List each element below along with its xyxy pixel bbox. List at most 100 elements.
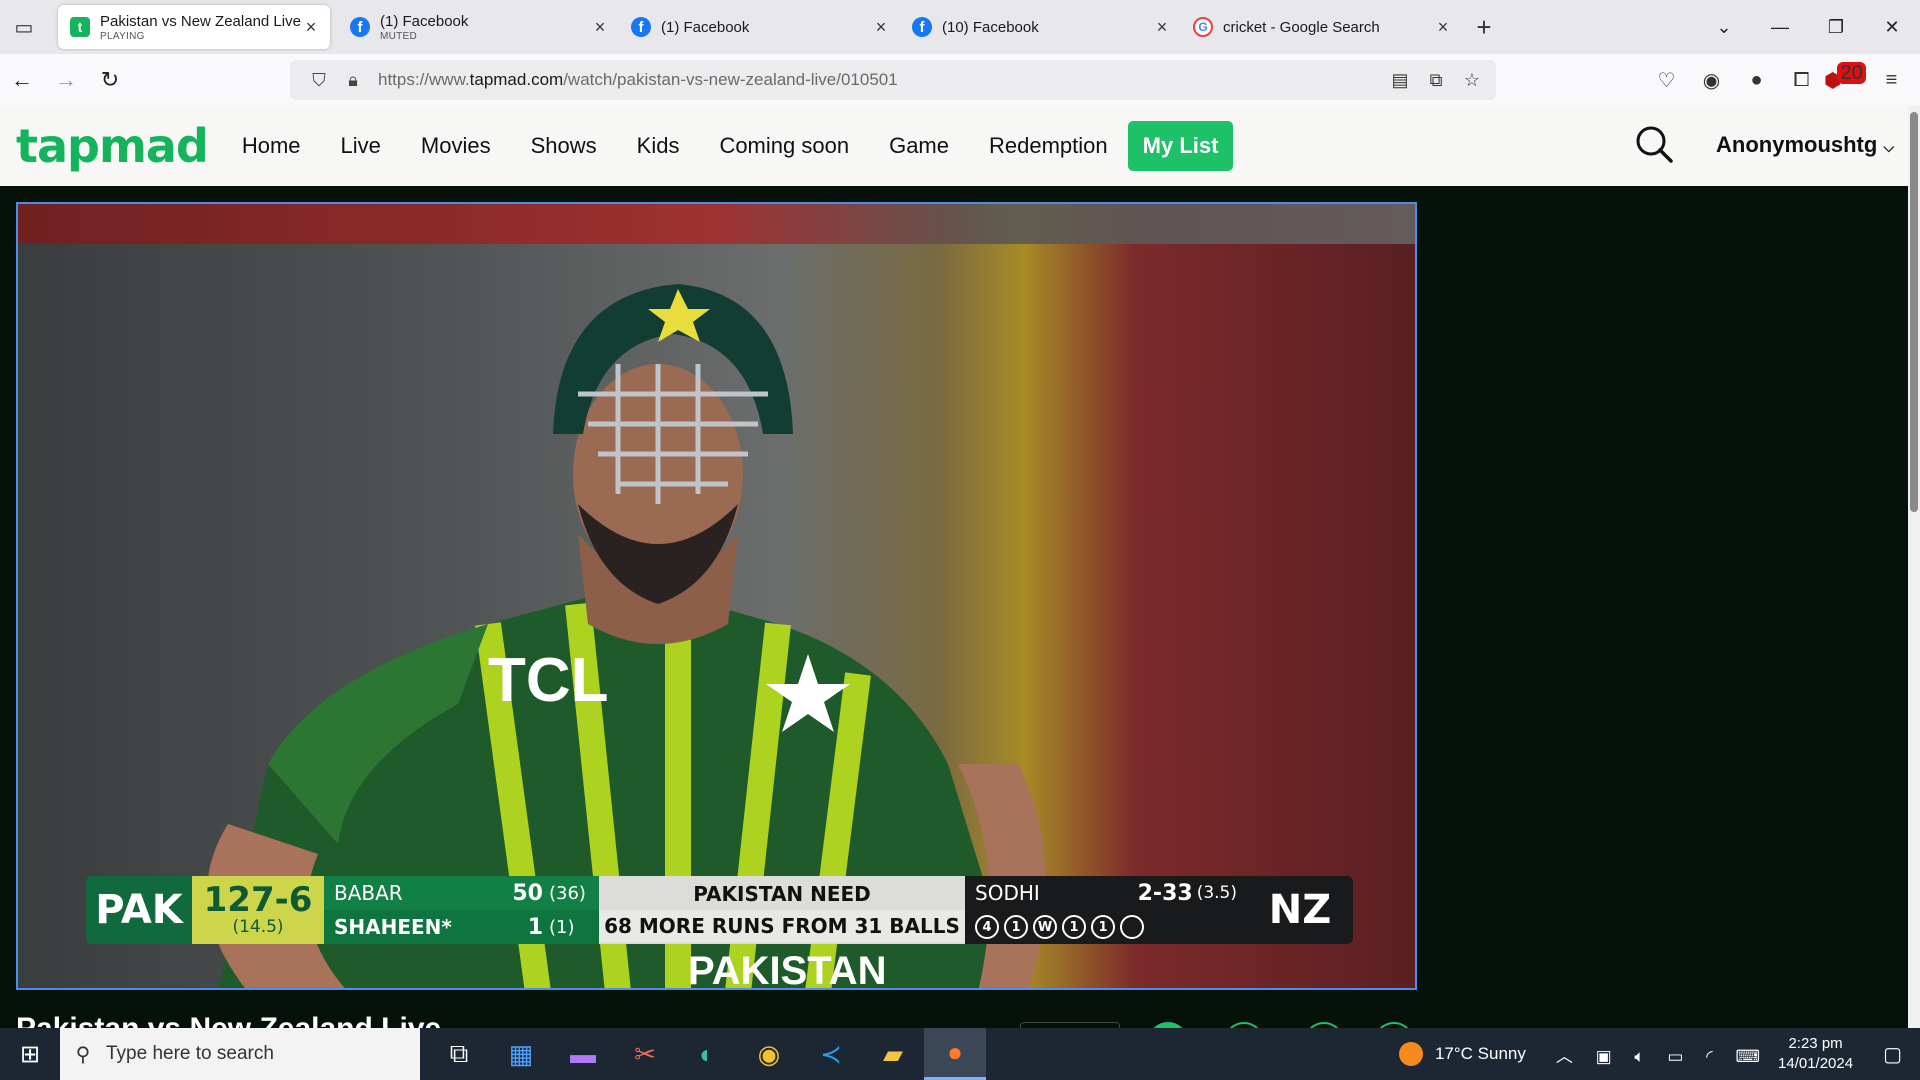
menu-redemption[interactable]: Redemption [989, 133, 1108, 159]
vscode-icon[interactable]: ≺ [800, 1028, 862, 1080]
menu-home[interactable]: Home [242, 133, 301, 159]
search-icon[interactable] [1634, 124, 1674, 164]
overs: (14.5) [232, 917, 284, 937]
browser-nav-bar: ← → ↻ ⛉ 🔒︎ https://www.tapmad.com/watch/… [0, 54, 1920, 106]
store-icon[interactable]: ▦ [490, 1028, 552, 1080]
clipchamp-icon[interactable]: ▬ [552, 1028, 614, 1080]
bookmark-star-icon[interactable]: ☆ [1454, 70, 1490, 91]
minimize-icon[interactable]: — [1752, 17, 1808, 38]
close-tab-icon[interactable]: × [591, 17, 609, 38]
notifications-icon[interactable]: ▢ [1883, 1042, 1902, 1067]
tab-facebook-2[interactable]: f (1) Facebook × [619, 5, 900, 49]
search-icon: ⚲ [75, 1043, 91, 1066]
firefox-view-icon[interactable]: ▭ [0, 0, 48, 54]
clock[interactable]: 2:23 pm 14/01/2024 [1778, 1034, 1853, 1074]
close-tab-icon[interactable]: × [302, 17, 320, 38]
ball-result: 1 [1091, 915, 1115, 939]
edge-icon[interactable]: ◐ [676, 1028, 738, 1080]
keyboard-icon[interactable]: ⌨ [1735, 1047, 1760, 1066]
tab-list-icon[interactable]: ⌄ [1696, 17, 1752, 38]
taskbar-apps: ⧉ ▦ ▬ ✂ ◐ ◉ ≺ ▰ ● [428, 1028, 986, 1080]
account-icon[interactable]: ◉ [1689, 68, 1734, 93]
back-icon[interactable]: ← [0, 67, 44, 93]
tab-title: cricket - Google Search [1223, 18, 1380, 36]
tab-title: Pakistan vs New Zealand Live Li [100, 12, 302, 30]
extension-colors-icon[interactable]: ● [1734, 69, 1779, 92]
menu-live[interactable]: Live [341, 133, 381, 159]
video-player[interactable]: TCL PAKISTAN [16, 202, 1417, 990]
user-menu[interactable]: Anonymoushtg ⌵ [1716, 132, 1894, 158]
lock-icon[interactable]: 🔒︎ [336, 70, 370, 91]
weather-text: 17°C Sunny [1434, 1044, 1526, 1063]
menu-kids[interactable]: Kids [637, 133, 680, 159]
bowling-team: NZ [1247, 876, 1353, 944]
sun-icon [1398, 1042, 1423, 1066]
ball-result: 1 [1062, 915, 1086, 939]
firefox-icon[interactable]: ● [924, 1028, 986, 1080]
batting-team: PAK [86, 876, 192, 944]
reload-icon[interactable]: ↻ [88, 67, 132, 93]
menu-icon[interactable]: ≡ [1869, 69, 1914, 92]
chevron-down-icon: ⌵ [1883, 139, 1895, 155]
new-tab-icon[interactable]: + [1466, 12, 1502, 43]
site-header: tapmad Home Live Movies Shows Kids Comin… [0, 106, 1920, 186]
tab-facebook-1[interactable]: f (1) Facebook MUTED × [338, 5, 619, 49]
my-list-button[interactable]: My List [1127, 121, 1234, 171]
main-menu: Home Live Movies Shows Kids Coming soon … [242, 133, 1148, 159]
battery-icon[interactable]: ▭ [1667, 1047, 1683, 1066]
target-line-1: PAKISTAN NEED [693, 882, 871, 906]
page-content: TCL PAKISTAN PAK 127-6 (14.5) BABAR 50 (… [0, 186, 1908, 1028]
clock-date: 14/01/2024 [1778, 1055, 1854, 1072]
taskbar-search[interactable]: ⚲ Type here to search [60, 1028, 420, 1080]
target-line-2: 68 MORE RUNS FROM 31 BALLS [599, 910, 965, 942]
google-favicon-icon: G [1193, 17, 1213, 37]
windows-start-icon[interactable]: ⊞ [0, 1040, 60, 1069]
chevron-up-icon[interactable]: ︿ [1556, 1047, 1573, 1066]
forward-icon[interactable]: → [44, 67, 88, 93]
windows-taskbar: ⊞ ⚲ Type here to search ⧉ ▦ ▬ ✂ ◐ ◉ ≺ ▰ … [0, 1028, 1920, 1080]
tab-tapmad[interactable]: t Pakistan vs New Zealand Live Li PLAYIN… [58, 5, 330, 49]
menu-game[interactable]: Game [889, 133, 949, 159]
wifi-icon[interactable]: ◜ [1706, 1047, 1713, 1066]
extensions-icon[interactable]: ⧠ [1779, 69, 1824, 92]
team-total: 127-6 (14.5) [192, 876, 324, 944]
pocket-icon[interactable]: ♡ [1644, 68, 1689, 93]
tab-google[interactable]: G cricket - Google Search × [1181, 5, 1462, 49]
snipping-tool-icon[interactable]: ✂ [614, 1028, 676, 1080]
volume-icon[interactable]: 🔈︎ [1634, 1047, 1644, 1066]
chrome-icon[interactable]: ◉ [738, 1028, 800, 1080]
meet-icon[interactable]: ▣ [1596, 1047, 1612, 1066]
menu-coming-soon[interactable]: Coming soon [719, 133, 849, 159]
restore-icon[interactable]: ❐ [1808, 17, 1864, 38]
address-bar[interactable]: ⛉ 🔒︎ https://www.tapmad.com/watch/pakist… [290, 60, 1496, 100]
close-tab-icon[interactable]: × [872, 17, 890, 38]
weather-widget[interactable]: 17°C Sunny [1398, 1042, 1526, 1066]
reader-view-icon[interactable]: ▤ [1382, 70, 1418, 91]
tab-facebook-3[interactable]: f (10) Facebook × [900, 5, 1181, 49]
scrollbar-thumb[interactable] [1910, 112, 1918, 512]
scoreboard: PAK 127-6 (14.5) BABAR 50 (36) SHAHEEN* … [86, 876, 1353, 944]
tracking-shield-icon[interactable]: ⛉ [302, 70, 336, 91]
menu-shows[interactable]: Shows [531, 133, 597, 159]
close-window-icon[interactable]: ✕ [1864, 17, 1920, 38]
close-tab-icon[interactable]: × [1434, 17, 1452, 38]
tapmad-logo[interactable]: tapmad [16, 119, 209, 173]
target-panel: PAKISTAN NEED 68 MORE RUNS FROM 31 BALLS [599, 876, 965, 944]
bowler-figures: 2-33 [1137, 880, 1193, 906]
facebook-favicon-icon: f [350, 17, 370, 37]
search-placeholder: Type here to search [106, 1043, 274, 1064]
tab-title: (1) Facebook [661, 18, 750, 36]
clock-time: 2:23 pm [1788, 1035, 1843, 1052]
tab-title: (10) Facebook [942, 18, 1039, 36]
menu-movies[interactable]: Movies [421, 133, 491, 159]
close-tab-icon[interactable]: × [1153, 17, 1171, 38]
file-explorer-icon[interactable]: ▰ [862, 1028, 924, 1080]
task-view-icon[interactable]: ⧉ [428, 1028, 490, 1080]
picture-in-picture-icon[interactable]: ⧉ [1418, 70, 1454, 91]
svg-text:PAKISTAN: PAKISTAN [688, 949, 887, 990]
facebook-favicon-icon: f [631, 17, 651, 37]
browser-tab-strip: ▭ t Pakistan vs New Zealand Live Li PLAY… [0, 0, 1920, 54]
batters-panel: BABAR 50 (36) SHAHEEN* 1 (1) [324, 876, 599, 944]
adblock-extension-icon[interactable]: ⬢20 [1824, 61, 1869, 93]
tapmad-favicon-icon: t [70, 17, 90, 37]
